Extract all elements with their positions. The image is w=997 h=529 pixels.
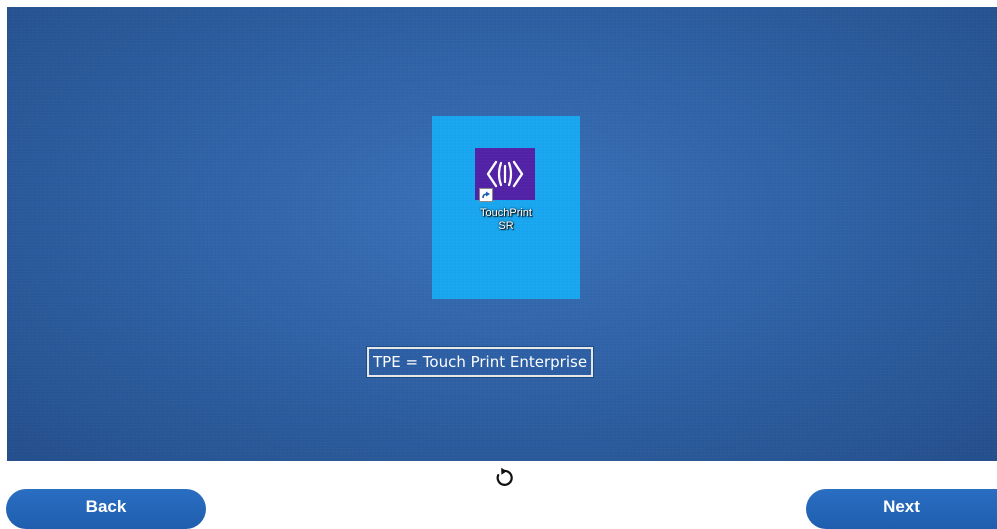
shortcut-label: TouchPrint SR: [446, 207, 566, 233]
desktop-shortcut-tile[interactable]: TouchPrint SR: [432, 116, 580, 299]
slide-stage: TouchPrint SR TPE = Touch Print Enterpri…: [7, 7, 997, 461]
shortcut-label-line2: SR: [498, 220, 514, 232]
next-button[interactable]: Next: [806, 489, 997, 529]
shortcut-label-line1: TouchPrint: [480, 207, 532, 219]
back-button[interactable]: Back: [6, 489, 206, 529]
refresh-icon[interactable]: [491, 466, 515, 490]
acronym-caption: TPE = Touch Print Enterprise: [365, 346, 595, 378]
shortcut-arrow-icon: [479, 188, 493, 202]
